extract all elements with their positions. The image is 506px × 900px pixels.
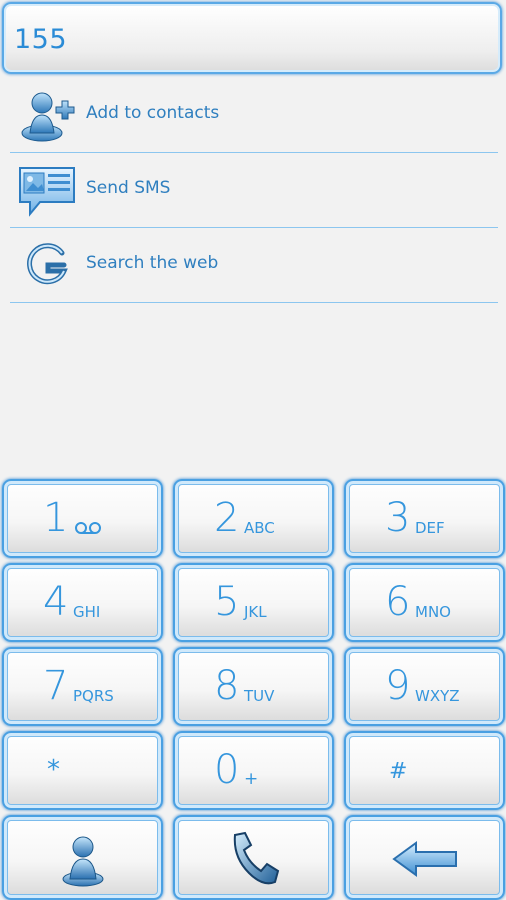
add-to-contacts-item[interactable]: Add to contacts	[10, 77, 498, 153]
key-star[interactable]: *	[2, 731, 163, 810]
key-hash[interactable]: #	[344, 731, 505, 810]
backspace-icon	[392, 841, 457, 877]
send-sms-item[interactable]: Send SMS	[10, 152, 498, 228]
key-9[interactable]: 9 WXYZ	[344, 647, 505, 726]
contacts-icon	[62, 836, 104, 887]
key-4-letters: GHI	[73, 603, 101, 621]
backspace-button[interactable]	[344, 815, 505, 900]
sms-icon	[19, 167, 75, 217]
key-hash-digit: #	[389, 759, 408, 784]
key-3-letters: DEF	[415, 519, 445, 537]
key-3-digit: 3	[385, 495, 411, 541]
key-1[interactable]: 1	[2, 479, 163, 558]
key-9-digit: 9	[385, 663, 411, 709]
key-4-digit: 4	[43, 579, 69, 625]
key-2[interactable]: 2 ABC	[173, 479, 334, 558]
key-0-digit: 0	[214, 747, 240, 793]
voicemail-icon	[75, 522, 101, 534]
call-button[interactable]	[173, 815, 334, 900]
key-5-letters: JKL	[244, 603, 267, 621]
key-0[interactable]: 0 +	[173, 731, 334, 810]
key-8-digit: 8	[214, 663, 240, 709]
key-8-letters: TUV	[244, 687, 275, 705]
key-2-digit: 2	[214, 495, 240, 541]
add-to-contacts-label: Add to contacts	[86, 103, 220, 123]
key-7-digit: 7	[43, 663, 69, 709]
search-the-web-item[interactable]: Search the web	[10, 227, 498, 303]
google-search-icon	[27, 243, 68, 285]
key-6-letters: MNO	[415, 603, 451, 621]
key-6-digit: 6	[385, 579, 411, 625]
key-0-plus: +	[244, 769, 259, 789]
dialed-number: 155	[14, 24, 68, 55]
key-5-digit: 5	[214, 579, 240, 625]
key-5[interactable]: 5 JKL	[173, 563, 334, 642]
number-display[interactable]: 155	[2, 2, 502, 74]
add-contact-icon	[21, 92, 75, 142]
search-the-web-label: Search the web	[86, 253, 219, 273]
contacts-button[interactable]	[2, 815, 163, 900]
key-6[interactable]: 6 MNO	[344, 563, 505, 642]
key-9-letters: WXYZ	[415, 687, 460, 705]
phone-icon	[233, 831, 280, 885]
key-4[interactable]: 4 GHI	[2, 563, 163, 642]
key-1-digit: 1	[43, 495, 69, 541]
key-2-letters: ABC	[244, 519, 275, 537]
key-7[interactable]: 7 PQRS	[2, 647, 163, 726]
key-8[interactable]: 8 TUV	[173, 647, 334, 726]
key-7-letters: PQRS	[73, 687, 114, 705]
key-3[interactable]: 3 DEF	[344, 479, 505, 558]
send-sms-label: Send SMS	[86, 178, 171, 198]
key-star-digit: *	[47, 755, 60, 785]
